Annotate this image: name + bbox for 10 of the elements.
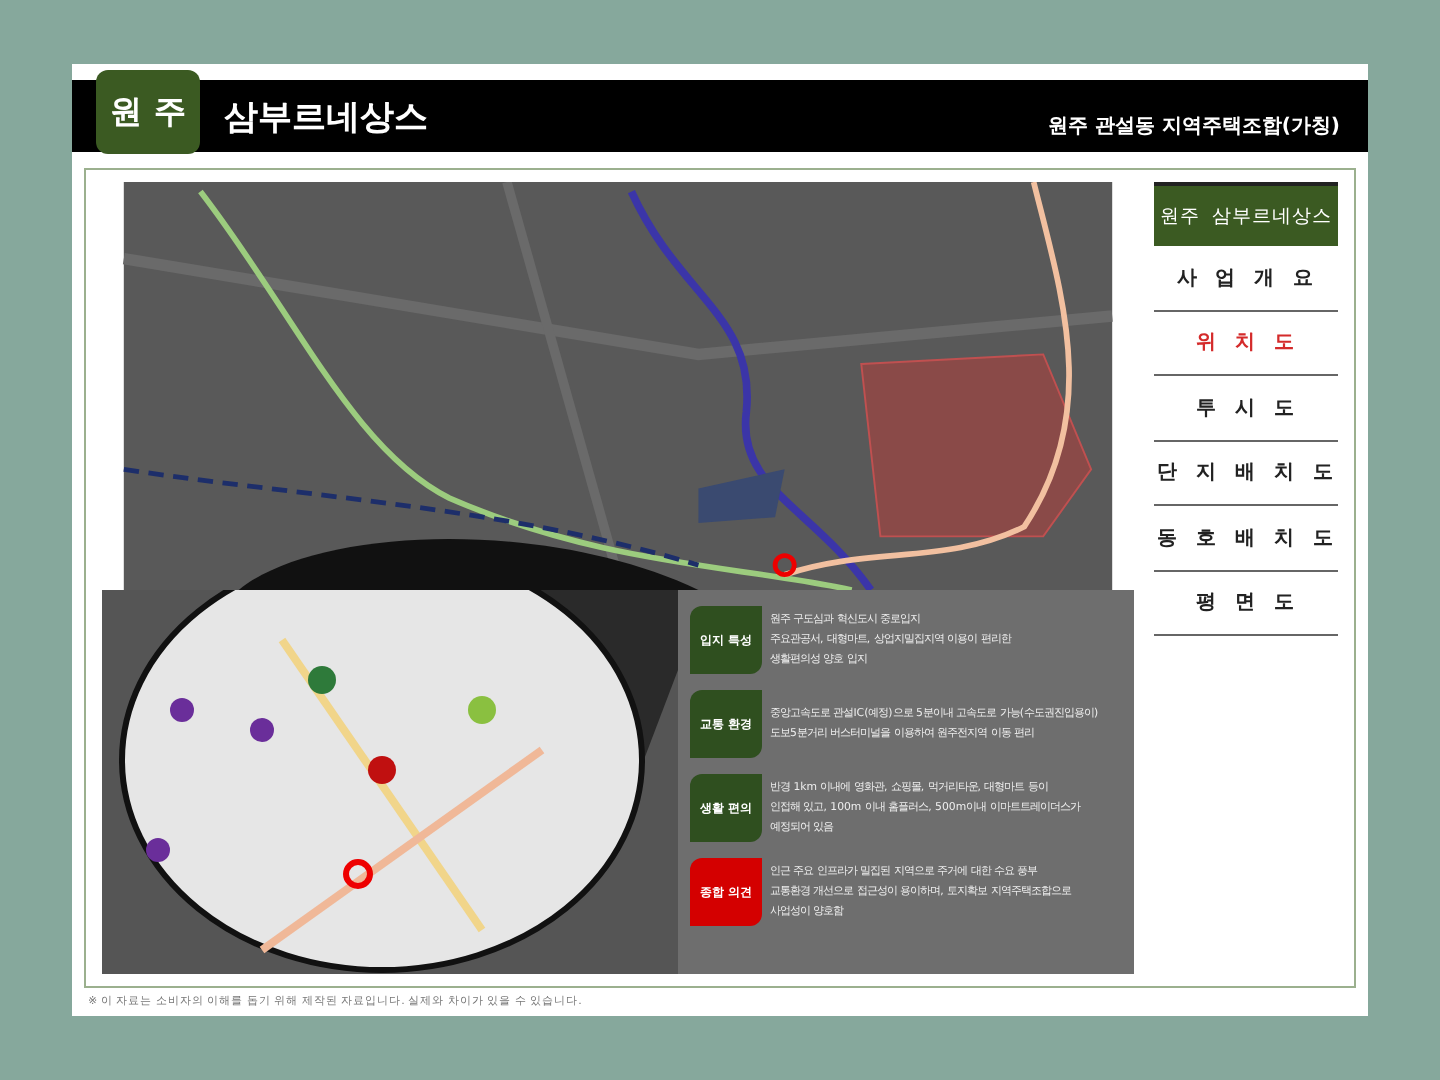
sidebar-item[interactable]: 위 치 도 — [1154, 311, 1338, 376]
sidebar-item[interactable]: 단 지 배 치 도 — [1154, 441, 1338, 506]
logo: 원 주 — [96, 70, 200, 154]
sidebar-item[interactable]: 사 업 개 요 — [1154, 246, 1338, 311]
page-title: 삼부르네상스 — [224, 95, 430, 139]
page-subtitle: 원주 관설동 지역주택조합(가칭) — [1047, 114, 1340, 142]
sidebar-item[interactable]: 동 호 배 치 도 — [1154, 506, 1338, 571]
sidebar-item[interactable]: 평 면 도 — [1154, 571, 1338, 636]
sidebar-title: 원주 삼부르네상스 — [1154, 182, 1338, 246]
sidebar-item[interactable]: 투 시 도 — [1154, 376, 1338, 441]
